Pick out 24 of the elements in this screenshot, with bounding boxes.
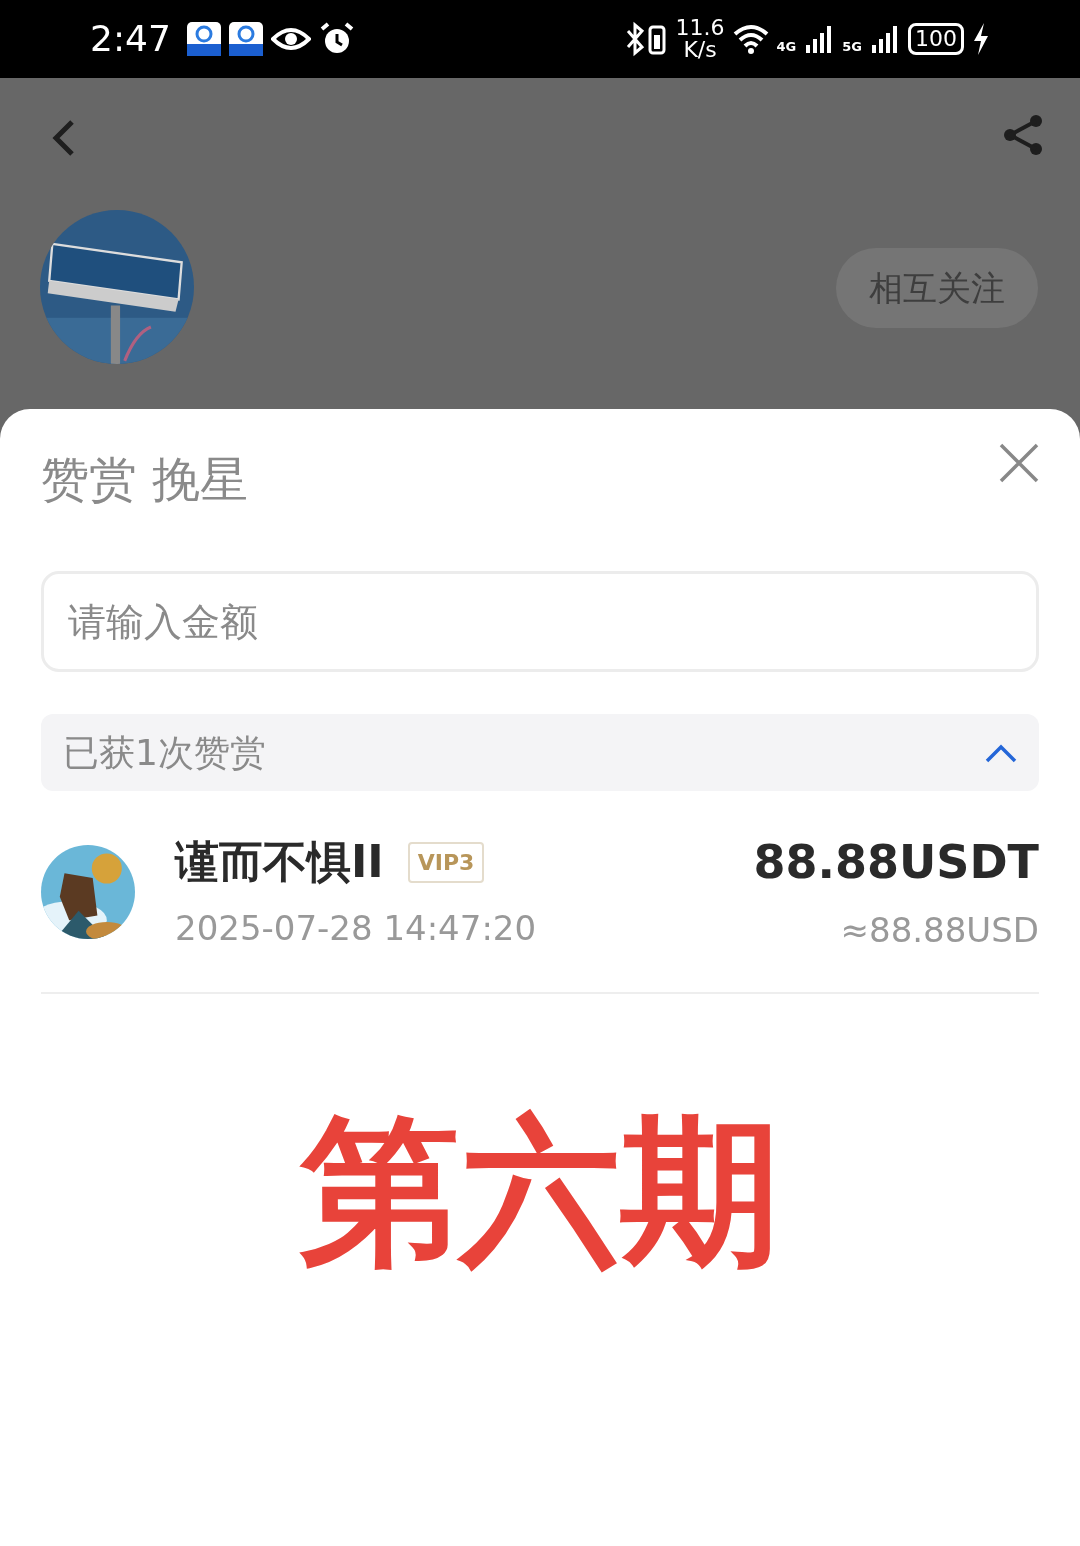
speed-value: 11.6 bbox=[675, 17, 725, 39]
reward-summary-bar[interactable]: 已获1次赞赏 bbox=[41, 714, 1039, 791]
sheet-title: 赞赏 挽星 bbox=[41, 450, 249, 509]
share-icon[interactable] bbox=[1002, 114, 1044, 156]
battery-level: 100 bbox=[908, 22, 964, 56]
back-icon[interactable] bbox=[50, 118, 76, 158]
wifi-icon bbox=[732, 24, 769, 54]
clock: 2:47 bbox=[90, 17, 171, 61]
speed-unit: K/s bbox=[683, 39, 717, 61]
vip-badge: VIP3 bbox=[407, 841, 485, 883]
app-icon bbox=[186, 22, 221, 56]
signal-icon bbox=[870, 23, 900, 55]
user-name: 谨而不惧II bbox=[175, 835, 384, 889]
charging-icon bbox=[972, 23, 990, 55]
reward-amount: 88.88USDT bbox=[753, 833, 1039, 891]
amount-field[interactable]: 请输入金额 bbox=[41, 571, 1039, 672]
timestamp: 2025-07-28 14:47:20 bbox=[175, 907, 538, 950]
app-icon bbox=[228, 22, 263, 56]
eye-icon bbox=[270, 25, 311, 53]
converted-amount: ≈88.88USD bbox=[840, 908, 1039, 952]
reward-count: 已获1次赞赏 bbox=[63, 730, 266, 775]
network-type: 4G bbox=[776, 38, 797, 56]
close-icon[interactable] bbox=[999, 443, 1039, 483]
network-type: 5G bbox=[842, 38, 862, 56]
